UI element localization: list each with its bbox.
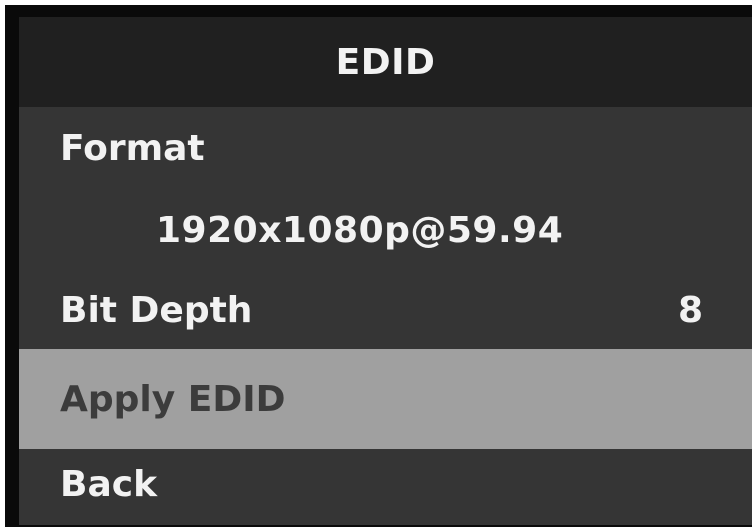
back-button[interactable]: Back <box>19 449 752 525</box>
menu-title-bar: EDID <box>19 17 752 107</box>
bit-depth-label: Bit Depth <box>60 289 253 331</box>
back-label: Back <box>60 463 158 505</box>
edid-menu-panel: EDID Format 1920x1080p@59.94 Bit Depth 8… <box>19 17 752 525</box>
apply-edid-button[interactable]: Apply EDID <box>19 349 752 449</box>
bit-depth-value: 8 <box>677 289 703 331</box>
format-value: 1920x1080p@59.94 <box>156 209 564 251</box>
bit-depth-menu-item[interactable]: Bit Depth 8 <box>19 271 752 349</box>
menu-title: EDID <box>335 41 436 83</box>
format-label: Format <box>60 127 205 169</box>
format-menu-item[interactable]: Format <box>19 107 752 189</box>
apply-edid-label: Apply EDID <box>60 378 286 420</box>
format-value-item[interactable]: 1920x1080p@59.94 <box>19 189 752 271</box>
